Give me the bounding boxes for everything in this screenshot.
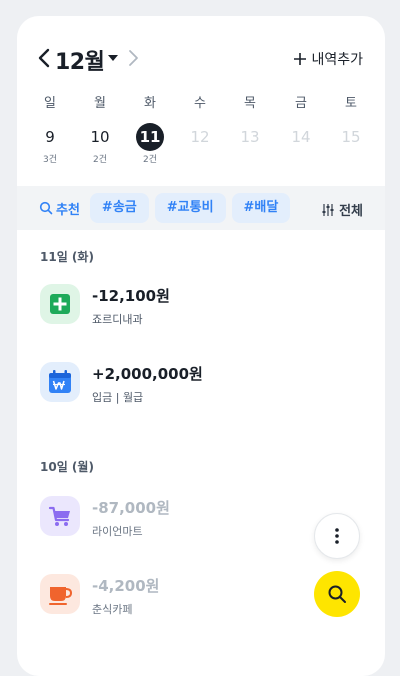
day-number: 10 [90,128,110,146]
more-options-button[interactable] [314,513,360,559]
weekday-label: 토 [345,96,357,111]
week-strip: 일 9 3건 월 10 2건 화 11 2건 수 12 목 13 금 14 토 … [17,94,385,184]
transaction-item[interactable]: -12,100원 죠르디내과 [40,284,370,330]
day-column[interactable]: 일 9 3건 [30,94,70,165]
day-column-selected[interactable]: 화 11 2건 [130,94,170,165]
day-number: 15 [341,128,361,146]
day-count: 2건 [142,155,157,165]
add-entry-label: 내역추가 [311,52,363,68]
coffee-cup-icon [40,574,80,614]
day-count [180,152,220,164]
weekday-label: 수 [194,96,206,111]
plus-icon [294,53,307,65]
calendar-won-icon [40,362,80,402]
day-column[interactable]: 월 10 2건 [80,94,120,165]
transaction-amount: -4,200원 [92,577,160,595]
day-number: 13 [240,128,260,146]
day-number: 12 [190,128,210,146]
month-title[interactable]: 12월 [55,44,105,76]
search-fab-button[interactable] [314,571,360,617]
transaction-desc: 죠르디내과 [92,313,143,326]
more-vertical-icon [335,528,339,544]
day-count [281,152,321,164]
weekday-label: 화 [144,96,156,111]
chip-delivery[interactable]: #배달 [231,193,291,223]
day-column[interactable]: 목 13 [230,94,270,164]
filter-bar: 추천 #송금 #교통비 #배달 전체 [17,186,385,230]
day-number: 9 [45,128,55,146]
day-count: 2건 [92,155,107,165]
search-icon [328,585,346,603]
chip-transfer[interactable]: #송금 [89,193,149,223]
all-filter-label: 전체 [339,204,363,219]
all-filter-button[interactable]: 전체 [321,200,363,219]
day-column[interactable]: 토 15 [331,94,371,164]
day-column[interactable]: 금 14 [281,94,321,164]
add-entry-button[interactable]: 내역추가 [293,49,363,69]
transaction-desc: 입금 | 월급 [92,391,144,404]
recommend-label: 추천 [56,202,80,218]
chip-transport[interactable]: #교통비 [154,193,226,223]
day-column[interactable]: 수 12 [180,94,220,164]
day-count: 3건 [42,155,57,165]
transaction-amount: -87,000원 [92,499,170,517]
weekday-label: 금 [295,96,307,111]
weekday-label: 월 [94,96,106,111]
weekday-label: 일 [44,96,56,111]
transaction-desc: 라이언마트 [92,525,143,538]
search-icon [39,201,53,215]
day-count [230,152,270,164]
hospital-cross-icon [40,284,80,324]
chevron-left-icon[interactable] [37,47,51,69]
recommend-filter[interactable]: 추천 [39,199,80,218]
section-date-header: 10일 (월) [40,460,94,474]
transaction-item[interactable]: +2,000,000원 입금 | 월급 [40,362,370,408]
chevron-right-icon[interactable] [127,49,139,67]
month-header: 12월 내역추가 [17,16,385,106]
transaction-desc: 춘식카페 [92,603,133,616]
shopping-cart-icon [40,496,80,536]
day-count [331,152,371,164]
day-number: 14 [291,128,311,146]
day-number-selected: 11 [136,123,164,151]
ledger-card: 12월 내역추가 일 9 3건 월 10 2건 화 11 2건 수 12 목 1… [17,16,385,676]
caret-down-icon[interactable] [107,53,119,63]
weekday-label: 목 [244,96,256,111]
sliders-icon [322,203,334,216]
transaction-amount: -12,100원 [92,287,170,305]
section-date-header: 11일 (화) [40,250,94,264]
transaction-amount: +2,000,000원 [92,365,203,383]
